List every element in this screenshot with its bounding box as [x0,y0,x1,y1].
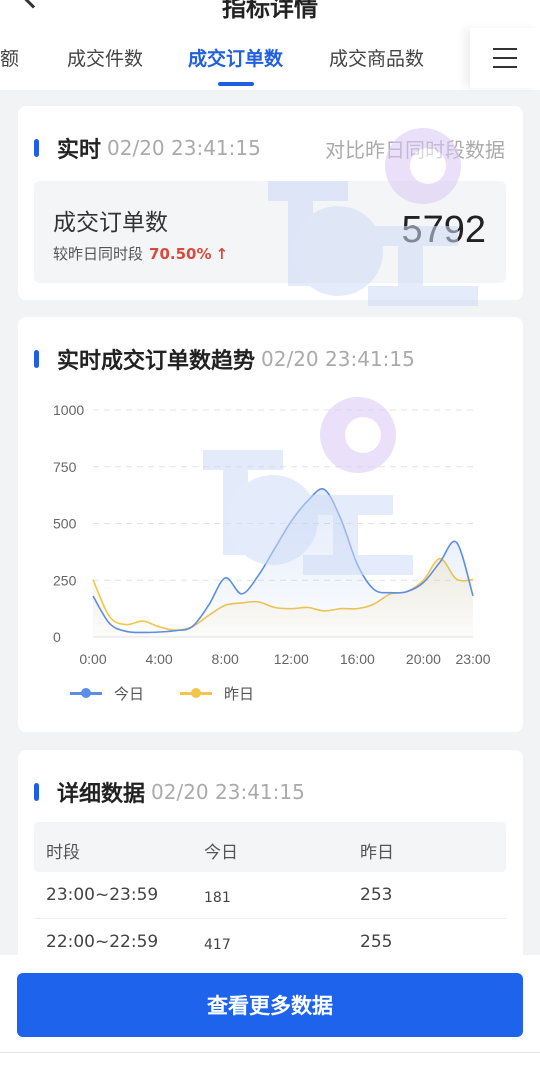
metric-tabs: 额 成交件数 成交订单数 成交商品数 [0,30,470,86]
trend-timestamp: 02/20 23:41:15 [261,347,415,371]
active-tab-indicator [218,82,254,86]
cell-period: 22:00~22:59 [46,932,159,952]
section-accent-bar [34,350,39,368]
arrow-up-icon: ↑ [215,245,229,263]
tab-products-sold[interactable]: 成交商品数 [329,44,424,71]
realtime-title: 实时 [57,138,102,163]
cell-yesterday: 255 [360,932,393,952]
view-more-data-button[interactable]: 查看更多数据 [17,973,523,1037]
hamburger-menu-icon [493,48,517,68]
legend-yesterday[interactable]: 昨日 [180,683,254,704]
bottom-divider [0,1052,540,1053]
y-tick-label: 1000 [53,402,84,418]
y-tick-label: 500 [53,516,77,532]
menu-button[interactable] [470,28,540,88]
x-tick-label: 16:00 [340,651,375,667]
series-area [93,488,473,637]
y-tick-label: 0 [53,629,61,645]
trend-title: 实时成交订单数趋势 [57,349,256,374]
table-header: 时段 今日 昨日 [34,822,506,872]
detail-card: 详细数据 02/20 23:41:15 时段 今日 昨日 23:00~23:59… [18,750,523,980]
bottom-action-bar: 查看更多数据 [0,955,540,1080]
legend-today[interactable]: 今日 [70,683,144,704]
kpi-compare: 较昨日同时段 70.50% ↑ [53,243,228,264]
section-accent-bar [34,139,39,157]
legend-label-yesterday: 昨日 [224,685,255,703]
column-header-today: 今日 [204,843,238,863]
tab-items-sold[interactable]: 成交件数 [67,44,143,71]
realtime-header: 实时 02/20 23:41:15 [34,132,261,164]
x-tick-label: 20:00 [406,651,441,667]
chart-legend: 今日 昨日 [70,683,290,704]
kpi-label: 成交订单数 [53,210,168,236]
page-title: 指标详情 [222,0,318,22]
column-header-yesterday: 昨日 [360,843,394,863]
x-tick-label: 8:00 [212,651,239,667]
cell-today: 417 [204,937,231,953]
detail-timestamp: 02/20 23:41:15 [151,780,305,804]
legend-label-today: 今日 [114,685,145,703]
compare-yesterday-link[interactable]: 对比昨日同时段数据 [325,134,505,163]
y-tick-label: 250 [53,572,77,588]
y-tick-label: 750 [53,459,77,475]
cell-yesterday: 253 [360,885,393,905]
trend-line-chart: 1000 750 500 250 0 0:00 4:00 8:00 12:00 16:00 20:0… [53,402,491,667]
kpi-value: 5792 [401,209,486,251]
detail-table: 时段 今日 昨日 23:00~23:59 181 253 22:00~22:59… [34,822,506,966]
column-header-period: 时段 [46,843,80,863]
realtime-card: 实时 02/20 23:41:15 对比昨日同时段数据 成交订单数 较昨日同时段… [18,106,523,306]
tab-orders[interactable]: 成交订单数 [188,44,283,71]
x-tick-label: 0:00 [79,651,106,667]
kpi-change-percent: 70.50% [149,245,212,263]
x-tick-label: 23:00 [455,651,490,667]
cell-today: 181 [204,890,231,906]
x-tick-label: 12:00 [274,651,309,667]
table-row: 23:00~23:59 181 253 [34,872,506,919]
legend-swatch-today [70,688,102,698]
x-tick-label: 4:00 [145,651,172,667]
tab-amount[interactable]: 额 [0,44,19,71]
cell-period: 23:00~23:59 [46,885,159,905]
detail-title: 详细数据 [57,782,146,807]
section-accent-bar [34,783,39,801]
legend-swatch-yesterday [180,688,213,698]
top-bar: 指标详情 额 成交件数 成交订单数 成交商品数 [0,0,540,90]
trend-header: 实时成交订单数趋势 02/20 23:41:15 [34,343,415,375]
kpi-compare-label: 较昨日同时段 [53,245,144,263]
trend-card: 实时成交订单数趋势 02/20 23:41:15 1000 750 500 250 0 0… [18,317,523,732]
realtime-timestamp: 02/20 23:41:15 [107,136,261,160]
kpi-box: 成交订单数 较昨日同时段 70.50% ↑ 5792 [34,181,506,283]
detail-header: 详细数据 02/20 23:41:15 [34,776,305,808]
